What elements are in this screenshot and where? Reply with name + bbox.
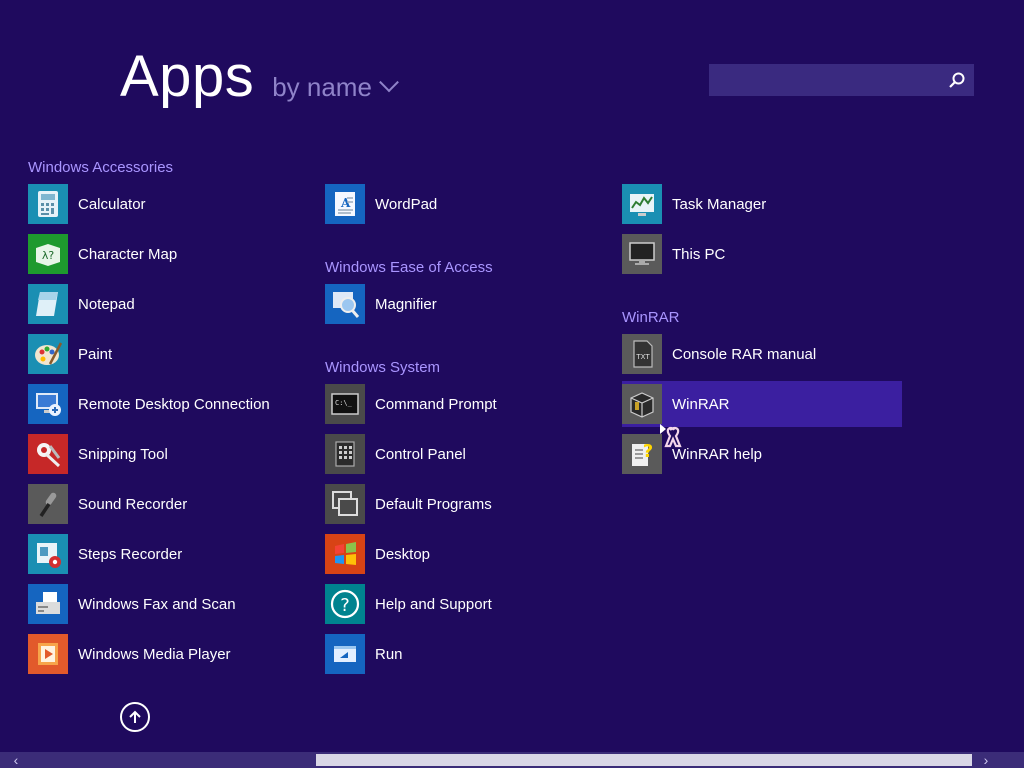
page-title: Apps xyxy=(120,44,255,109)
winrar-archive-icon xyxy=(622,384,662,424)
app-label: Character Map xyxy=(78,245,178,263)
app-label: Run xyxy=(375,645,403,663)
app-sound-recorder[interactable]: Sound Recorder xyxy=(28,481,187,527)
app-winrar-help[interactable]: ? WinRAR help xyxy=(622,431,762,477)
app-label: Task Manager xyxy=(672,195,767,213)
app-label: Command Prompt xyxy=(375,395,497,413)
command-prompt-icon: C:\_ xyxy=(325,384,365,424)
microphone-icon xyxy=(28,484,68,524)
app-label: Magnifier xyxy=(375,295,437,313)
fax-scanner-icon xyxy=(28,584,68,624)
scrollbar-thumb[interactable] xyxy=(316,754,972,766)
notepad-icon xyxy=(28,284,68,324)
computer-icon xyxy=(622,234,662,274)
app-default-programs[interactable]: Default Programs xyxy=(325,481,492,527)
magnifier-icon xyxy=(325,284,365,324)
group-windows-accessories: Windows Accessories xyxy=(28,159,174,176)
search-icon[interactable] xyxy=(948,71,966,89)
svg-text:?: ? xyxy=(643,441,653,462)
mouse-cursor-icon xyxy=(660,424,682,448)
calculator-icon xyxy=(28,184,68,224)
scroll-right-icon[interactable]: › xyxy=(974,752,998,768)
app-console-rar-manual[interactable]: TXT Console RAR manual xyxy=(622,331,816,377)
group-windows-ease-of-access: Windows Ease of Access xyxy=(325,259,493,276)
run-icon xyxy=(325,634,365,674)
control-panel-icon xyxy=(325,434,365,474)
paint-icon xyxy=(28,334,68,374)
app-label: Windows Fax and Scan xyxy=(78,595,236,613)
app-label: Control Panel xyxy=(375,445,466,463)
app-control-panel[interactable]: Control Panel xyxy=(325,431,466,477)
sort-dropdown[interactable]: by name xyxy=(272,71,399,103)
character-map-icon: λ? xyxy=(28,234,68,274)
page-header: Apps by name xyxy=(120,44,399,109)
app-label: Snipping Tool xyxy=(78,445,168,463)
app-snipping-tool[interactable]: Snipping Tool xyxy=(28,431,168,477)
search-input[interactable] xyxy=(709,64,939,96)
svg-text:C:\_: C:\_ xyxy=(335,399,353,407)
app-label: Sound Recorder xyxy=(78,495,188,513)
app-label: Paint xyxy=(78,345,113,363)
app-label: Console RAR manual xyxy=(672,345,817,363)
sort-label: by name xyxy=(272,72,372,102)
app-label: WinRAR xyxy=(672,395,730,413)
steps-recorder-icon xyxy=(28,534,68,574)
app-fax-scan[interactable]: Windows Fax and Scan xyxy=(28,581,236,627)
app-label: This PC xyxy=(672,245,726,263)
app-remote-desktop[interactable]: Remote Desktop Connection xyxy=(28,381,270,427)
app-label: Windows Media Player xyxy=(78,645,231,663)
media-player-icon xyxy=(28,634,68,674)
group-windows-system: Windows System xyxy=(325,359,441,376)
app-label: Notepad xyxy=(78,295,135,313)
app-label: Steps Recorder xyxy=(78,545,183,563)
search-box[interactable] xyxy=(709,64,974,96)
default-programs-icon xyxy=(325,484,365,524)
app-notepad[interactable]: Notepad xyxy=(28,281,135,327)
horizontal-scrollbar[interactable]: ‹ › xyxy=(0,752,1024,768)
svg-text:λ?: λ? xyxy=(42,249,55,262)
app-run[interactable]: Run xyxy=(325,631,403,677)
app-task-manager[interactable]: Task Manager xyxy=(622,181,766,227)
app-paint[interactable]: Paint xyxy=(28,331,112,377)
arrow-up-icon xyxy=(129,710,141,723)
app-label: Remote Desktop Connection xyxy=(78,395,270,413)
app-label: Desktop xyxy=(375,545,431,563)
app-label: Help and Support xyxy=(375,595,492,613)
app-calculator[interactable]: Calculator xyxy=(28,181,146,227)
scroll-left-icon[interactable]: ‹ xyxy=(4,752,28,768)
chevron-down-icon xyxy=(379,71,399,92)
app-winrar[interactable]: WinRAR xyxy=(622,381,902,427)
app-steps-recorder[interactable]: Steps Recorder xyxy=(28,531,182,577)
group-winrar: WinRAR xyxy=(622,309,680,326)
app-label: Default Programs xyxy=(375,495,492,513)
app-desktop[interactable]: Desktop xyxy=(325,531,430,577)
text-document-icon: TXT xyxy=(622,334,662,374)
snipping-tool-icon xyxy=(28,434,68,474)
help-document-icon: ? xyxy=(622,434,662,474)
app-label: WordPad xyxy=(375,195,438,213)
app-magnifier[interactable]: Magnifier xyxy=(325,281,437,327)
app-wordpad[interactable]: A WordPad xyxy=(325,181,437,227)
app-media-player[interactable]: Windows Media Player xyxy=(28,631,231,677)
remote-desktop-icon xyxy=(28,384,68,424)
app-label: Calculator xyxy=(78,195,146,213)
desktop-icon xyxy=(325,534,365,574)
wordpad-icon: A xyxy=(325,184,365,224)
task-manager-icon xyxy=(622,184,662,224)
app-command-prompt[interactable]: C:\_ Command Prompt xyxy=(325,381,497,427)
scroll-up-button[interactable] xyxy=(120,702,150,732)
app-label: WinRAR help xyxy=(672,445,763,463)
app-this-pc[interactable]: This PC xyxy=(622,231,725,277)
app-character-map[interactable]: λ? Character Map xyxy=(28,231,177,277)
help-icon: ? xyxy=(325,584,365,624)
svg-text:TXT: TXT xyxy=(635,353,650,361)
svg-text:?: ? xyxy=(340,595,350,616)
app-help-support[interactable]: ? Help and Support xyxy=(325,581,492,627)
